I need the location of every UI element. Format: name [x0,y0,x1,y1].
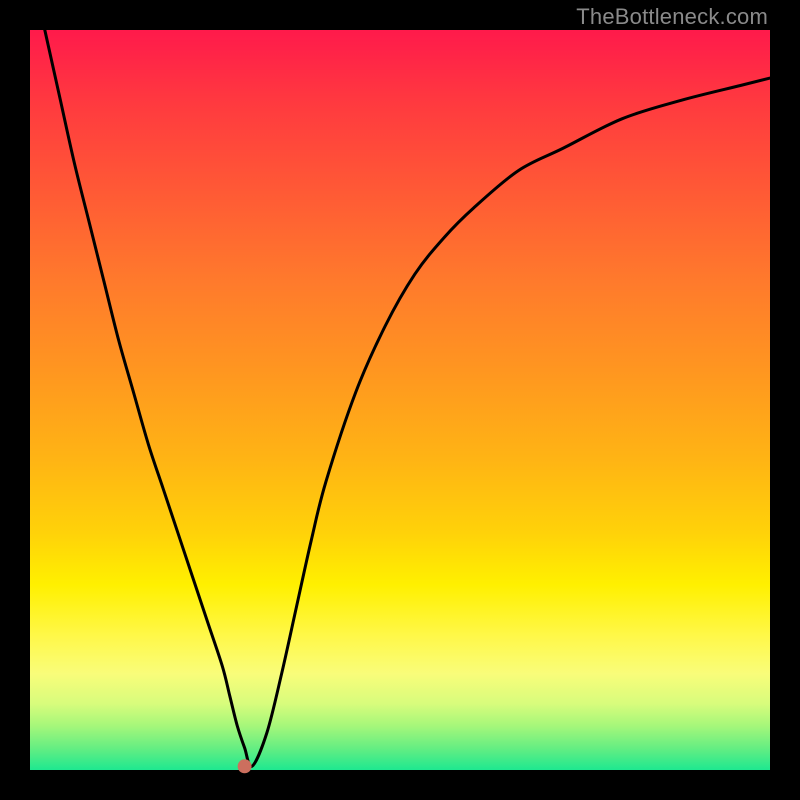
chart-svg [30,30,770,770]
watermark-text: TheBottleneck.com [576,4,768,30]
bottleneck-curve [45,30,770,767]
chart-frame [30,30,770,770]
optimal-point-marker [238,759,252,773]
